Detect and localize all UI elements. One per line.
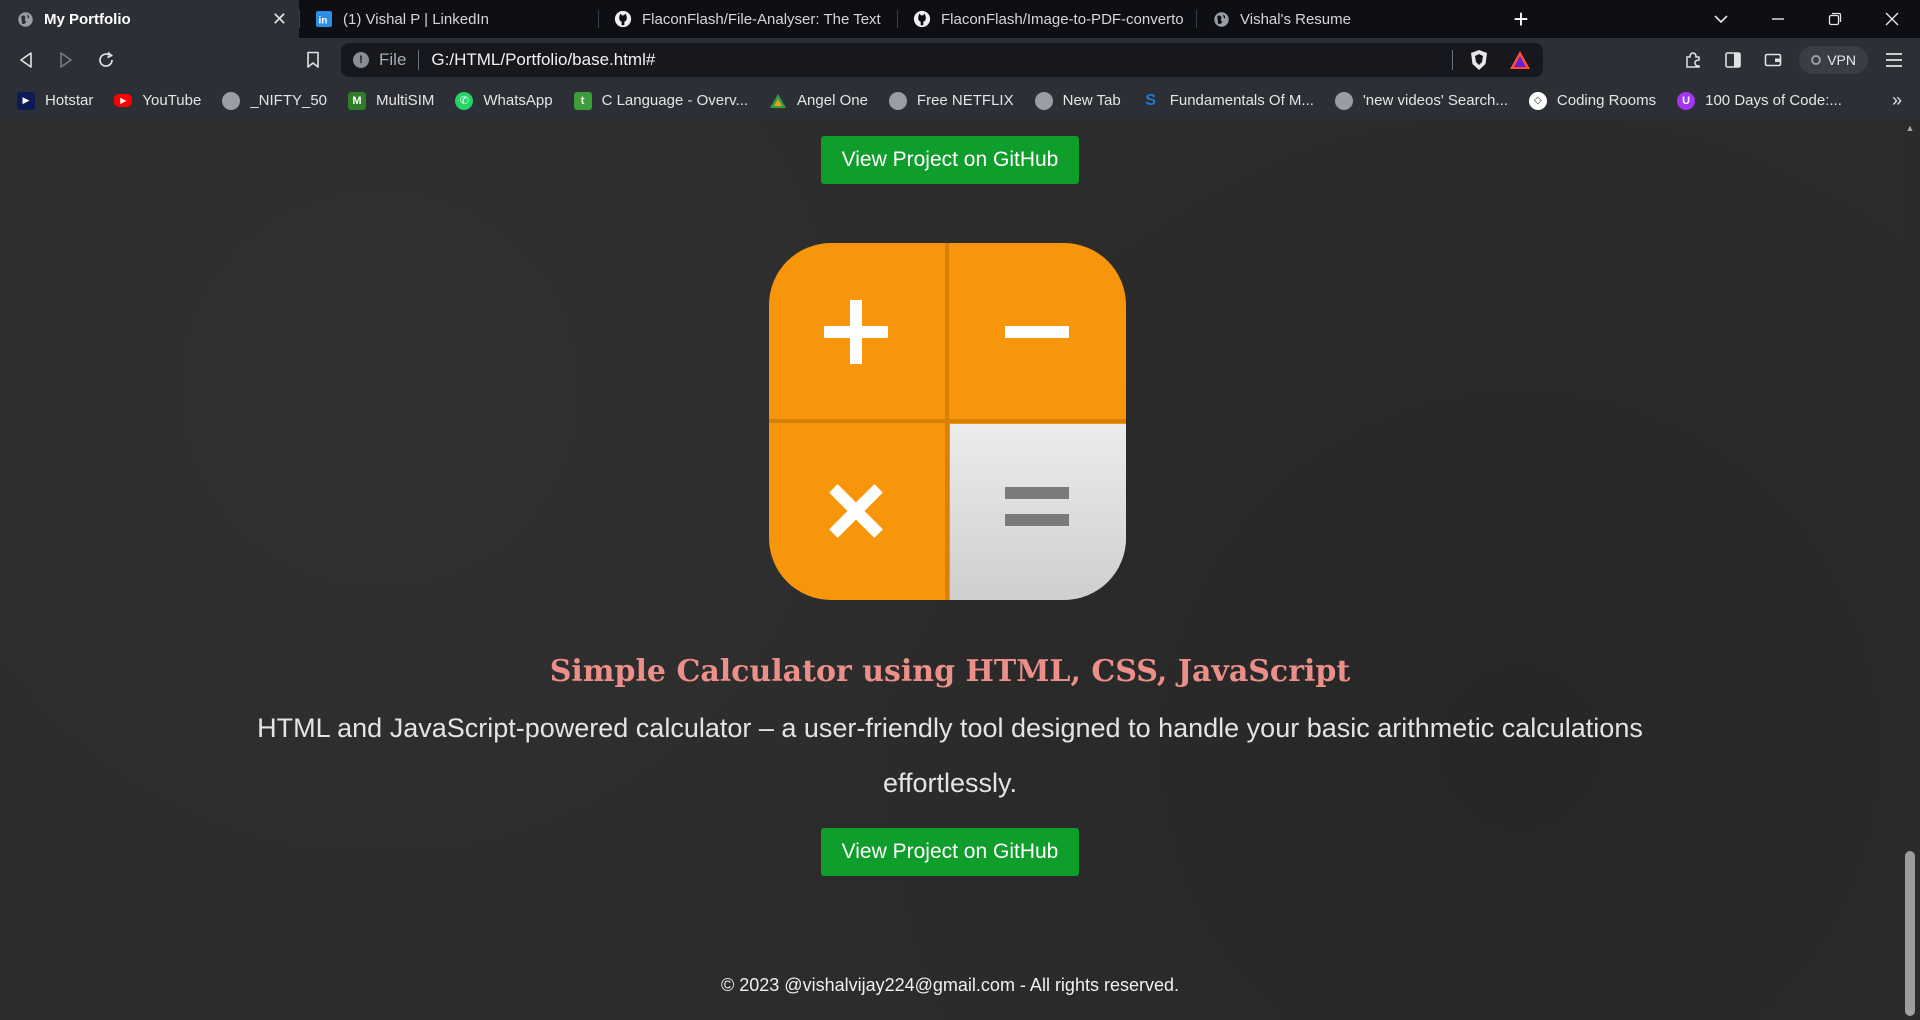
address-bar[interactable]: ! File G:/HTML/Portfolio/base.html# bbox=[341, 43, 1543, 77]
tab-title: My Portfolio bbox=[44, 10, 131, 28]
bookmark-label: Angel One bbox=[797, 92, 868, 109]
whatsapp-icon: ✆ bbox=[455, 91, 474, 110]
multisim-icon: M bbox=[348, 91, 367, 110]
bookmark-c-language[interactable]: t C Language - Overv... bbox=[573, 91, 749, 110]
linkedin-icon: in bbox=[315, 10, 333, 28]
restore-icon[interactable] bbox=[1806, 0, 1863, 38]
globe-icon bbox=[222, 91, 241, 110]
tutorialspoint-icon: t bbox=[573, 91, 592, 110]
globe-icon bbox=[888, 91, 907, 110]
url-text[interactable]: G:/HTML/Portfolio/base.html# bbox=[431, 50, 1452, 70]
tab-title: FlaconFlash/Image-to-PDF-convertor- bbox=[941, 10, 1184, 28]
bookmark-label: MultiSIM bbox=[376, 92, 435, 109]
project-description: HTML and JavaScript-powered calculator –… bbox=[257, 713, 1643, 798]
scribd-icon: S bbox=[1145, 91, 1157, 109]
udemy-icon: U bbox=[1677, 91, 1696, 110]
view-project-github-button[interactable]: View Project on GitHub bbox=[821, 828, 1079, 876]
bookmark-free-netflix[interactable]: Free NETFLIX bbox=[888, 91, 1014, 110]
vpn-label: VPN bbox=[1827, 52, 1856, 68]
browser-toolbar: ! File G:/HTML/Portfolio/base.html# VPN bbox=[0, 38, 1920, 82]
scrollbar-thumb[interactable] bbox=[1905, 851, 1915, 1016]
globe-icon bbox=[16, 10, 34, 28]
calculator-icon bbox=[769, 243, 1126, 600]
toolbar-right: VPN bbox=[1673, 38, 1920, 82]
url-separator bbox=[418, 50, 420, 70]
close-window-icon[interactable] bbox=[1863, 0, 1920, 38]
bookmark-label: _NIFTY_50 bbox=[250, 92, 328, 109]
url-scheme: File bbox=[379, 50, 407, 69]
bookmark-label: C Language - Overv... bbox=[601, 92, 749, 109]
bookmark-angel-one[interactable]: Angel One bbox=[769, 92, 868, 110]
tab-title: (1) Vishal P | LinkedIn bbox=[343, 10, 489, 28]
bookmark-label: Hotstar bbox=[45, 92, 94, 109]
wallet-icon[interactable] bbox=[1753, 42, 1793, 78]
extensions-icon[interactable] bbox=[1673, 42, 1713, 78]
bookmark-label: 'new videos' Search... bbox=[1362, 92, 1508, 109]
tab-file-analyser[interactable]: FlaconFlash/File-Analyser: The Text File bbox=[598, 0, 897, 38]
bookmark-fundamentals[interactable]: S Fundamentals Of M... bbox=[1142, 92, 1314, 110]
bookmark-label: New Tab bbox=[1062, 92, 1121, 109]
tab-linkedin[interactable]: in (1) Vishal P | LinkedIn bbox=[299, 0, 598, 38]
globe-icon bbox=[1334, 91, 1353, 110]
view-project-github-button[interactable]: View Project on GitHub bbox=[821, 136, 1079, 184]
project-title: Simple Calculator using HTML, CSS, JavaS… bbox=[549, 654, 1351, 689]
vpn-status-icon bbox=[1811, 55, 1822, 65]
bookmark-coding-rooms[interactable]: ◇ Coding Rooms bbox=[1528, 91, 1657, 110]
bookmark-nifty50[interactable]: _NIFTY_50 bbox=[222, 91, 328, 110]
tab-strip: My Portfolio ✕ in (1) Vishal P | LinkedI… bbox=[0, 0, 1920, 38]
github-icon bbox=[913, 10, 931, 28]
bookmark-youtube[interactable]: ▶ YouTube bbox=[114, 92, 201, 109]
bookmark-label: YouTube bbox=[142, 92, 202, 109]
angelone-icon bbox=[769, 92, 787, 110]
shields-separator bbox=[1452, 50, 1453, 70]
menu-icon[interactable] bbox=[1874, 42, 1914, 78]
bookmark-label: WhatsApp bbox=[483, 92, 553, 109]
vpn-button[interactable]: VPN bbox=[1799, 46, 1868, 74]
svg-text:in: in bbox=[319, 16, 328, 27]
page-viewport: View Project on GitHub Simple Calculator… bbox=[0, 119, 1900, 1020]
globe-icon bbox=[1034, 91, 1053, 110]
globe-icon bbox=[1212, 10, 1230, 28]
back-icon[interactable] bbox=[6, 42, 46, 78]
window-controls bbox=[1692, 0, 1920, 38]
bookmark-label: Fundamentals Of M... bbox=[1169, 92, 1314, 109]
scroll-down-arrow-icon[interactable]: ▼ bbox=[1900, 1008, 1920, 1018]
hotstar-icon: ▶ bbox=[17, 91, 35, 110]
codingrooms-icon: ◇ bbox=[1528, 91, 1547, 110]
brave-shields-icon[interactable] bbox=[1469, 49, 1489, 71]
bookmark-label: Free NETFLIX bbox=[916, 92, 1014, 109]
tab-title: FlaconFlash/File-Analyser: The Text File bbox=[642, 10, 885, 28]
bookmark-new-tab[interactable]: New Tab bbox=[1034, 91, 1121, 110]
forward-icon[interactable] bbox=[46, 42, 86, 78]
more-bookmarks-icon[interactable]: » bbox=[1892, 90, 1902, 111]
bookmark-multisim[interactable]: M MultiSIM bbox=[348, 91, 435, 110]
scroll-up-arrow-icon[interactable]: ▲ bbox=[1900, 123, 1920, 133]
tab-resume[interactable]: Vishal's Resume bbox=[1196, 0, 1495, 38]
bookmark-label: 100 Days of Code:... bbox=[1705, 92, 1842, 109]
github-icon bbox=[614, 10, 632, 28]
bookmark-new-videos-search[interactable]: 'new videos' Search... bbox=[1334, 91, 1508, 110]
new-tab-button[interactable]: + bbox=[1495, 0, 1547, 38]
minimize-icon[interactable] bbox=[1749, 0, 1806, 38]
tab-search-chevron-icon[interactable] bbox=[1692, 0, 1749, 38]
bookmarks-bar: ▶ Hotstar ▶ YouTube _NIFTY_50 M MultiSIM… bbox=[0, 82, 1920, 119]
bookmark-hotstar[interactable]: ▶ Hotstar bbox=[17, 91, 94, 110]
sidebar-icon[interactable] bbox=[1713, 42, 1753, 78]
bookmark-whatsapp[interactable]: ✆ WhatsApp bbox=[455, 91, 553, 110]
bookmark-label: Coding Rooms bbox=[1556, 92, 1657, 109]
tab-image-to-pdf[interactable]: FlaconFlash/Image-to-PDF-convertor- bbox=[897, 0, 1196, 38]
youtube-icon: ▶ bbox=[114, 94, 133, 107]
brave-rewards-icon[interactable] bbox=[1509, 50, 1531, 70]
tab-title: Vishal's Resume bbox=[1240, 10, 1351, 28]
close-tab-icon[interactable]: ✕ bbox=[272, 9, 287, 30]
page-scrollbar[interactable]: ▲ ▼ bbox=[1900, 119, 1920, 1020]
tab-my-portfolio[interactable]: My Portfolio ✕ bbox=[0, 0, 299, 38]
reload-icon[interactable] bbox=[86, 42, 126, 78]
footer-copyright: © 2023 @vishalvijay224@gmail.com - All r… bbox=[721, 975, 1179, 995]
bookmark-100-days-of-code[interactable]: U 100 Days of Code:... bbox=[1677, 91, 1842, 110]
site-info-icon[interactable]: ! bbox=[353, 52, 369, 68]
bookmark-page-icon[interactable] bbox=[302, 48, 324, 72]
